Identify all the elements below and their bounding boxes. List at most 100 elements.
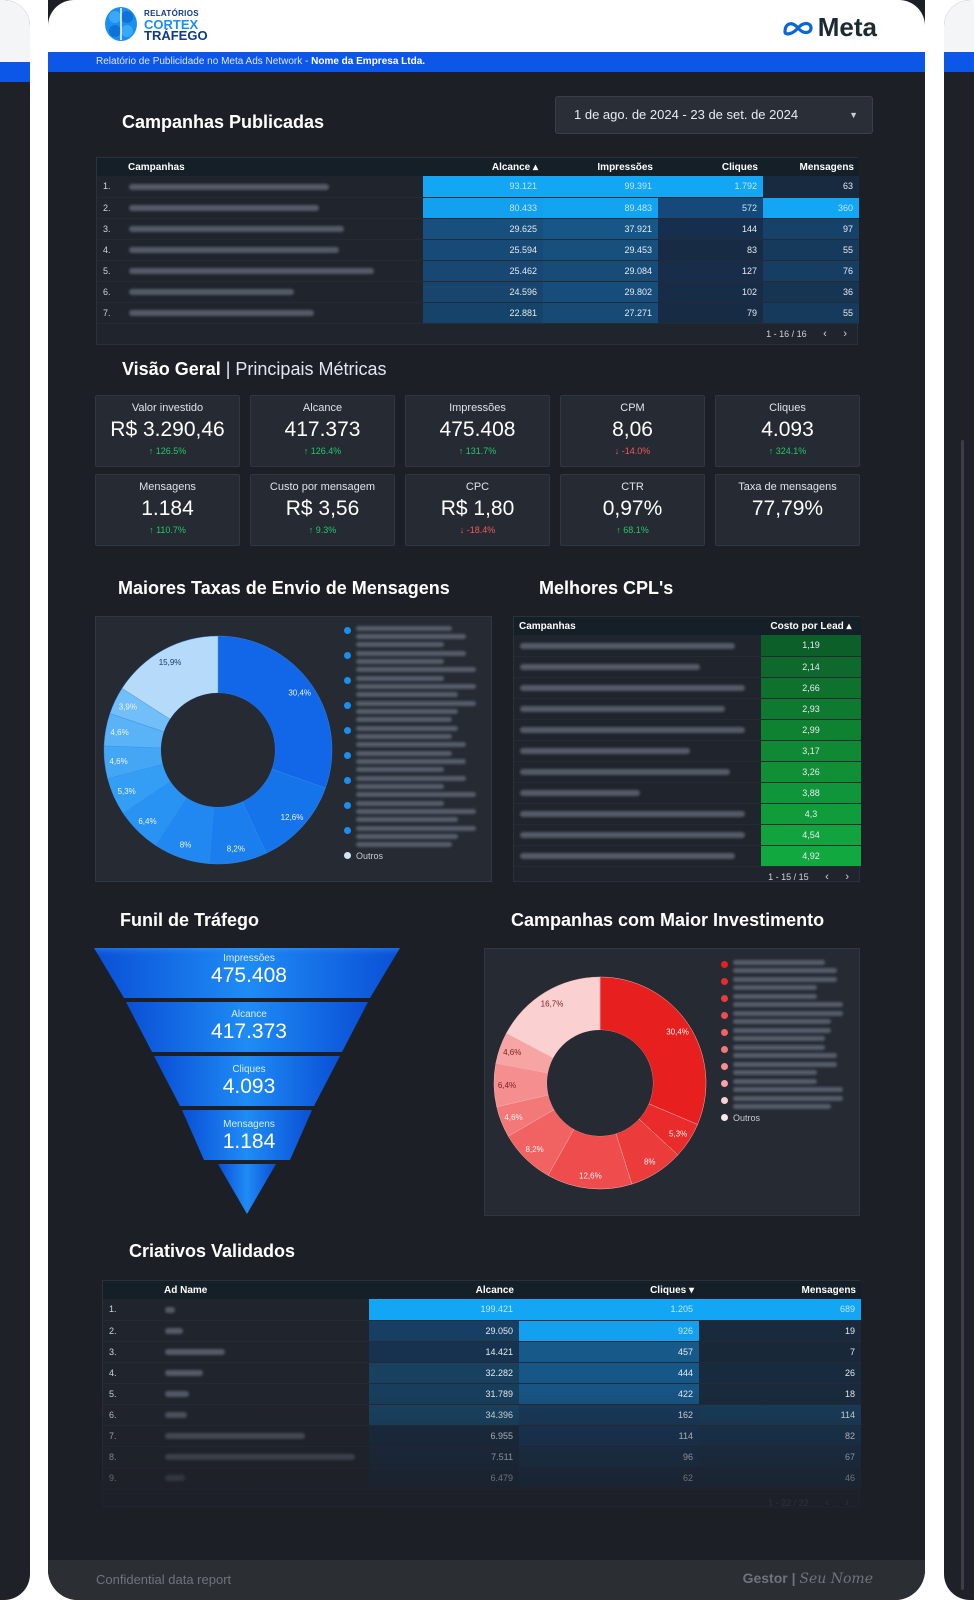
legend-item[interactable] bbox=[344, 725, 484, 747]
donut-hole bbox=[547, 1030, 653, 1136]
chevron-left-icon[interactable]: ‹ bbox=[825, 1497, 829, 1509]
table-row[interactable]: 6. 24.596 29.802 102 36 bbox=[97, 281, 859, 303]
legend-item[interactable] bbox=[344, 650, 484, 672]
table-row[interactable]: 3,17 bbox=[514, 740, 861, 762]
mensagens-cell: 360 bbox=[763, 197, 859, 219]
col-alcance[interactable]: Alcance bbox=[369, 1281, 519, 1299]
col-mensagens[interactable]: Mensagens bbox=[699, 1281, 861, 1299]
table-row[interactable]: 3,88 bbox=[514, 782, 861, 804]
legend-swatch bbox=[344, 627, 351, 634]
col-impressoes[interactable]: Impressões bbox=[543, 158, 658, 176]
legend-item[interactable] bbox=[721, 976, 855, 990]
col-ad-name[interactable]: Ad Name bbox=[159, 1281, 369, 1299]
funnel-label-1: Impressões 475.408 bbox=[194, 953, 304, 988]
previous-slide-peek[interactable] bbox=[0, 0, 30, 1600]
creatives-pager: 1 - 22 / 22 ‹ › bbox=[103, 1489, 859, 1509]
campaign-name bbox=[123, 197, 423, 219]
legend-item[interactable]: Outros bbox=[721, 1112, 855, 1123]
legend-item[interactable] bbox=[721, 1095, 855, 1109]
legend-item[interactable] bbox=[344, 775, 484, 797]
gestor-signature: Gestor | Seu Nome bbox=[742, 1570, 873, 1587]
col-cliques[interactable]: Cliques ▾ bbox=[519, 1281, 699, 1299]
kpi-value: R$ 3.290,46 bbox=[110, 418, 225, 441]
col-alcance[interactable]: Alcance ▴ bbox=[423, 158, 543, 176]
legend-item[interactable] bbox=[344, 800, 484, 822]
cliques-cell: 422 bbox=[519, 1383, 699, 1405]
legend-item[interactable] bbox=[721, 1010, 855, 1024]
cliques-cell: 162 bbox=[519, 1404, 699, 1426]
table-row[interactable]: 2. 29.050 926 19 bbox=[103, 1320, 861, 1342]
table-row[interactable]: 4,92 bbox=[514, 845, 861, 867]
chevron-right-icon[interactable]: › bbox=[843, 328, 847, 340]
table-row[interactable]: 5. 31.789 422 18 bbox=[103, 1383, 861, 1405]
cpl-table: Campanhas Costo por Lead ▴ 1,19 2,14 2,66 2… bbox=[513, 616, 861, 883]
table-row[interactable]: 7. 22.881 27.271 79 55 bbox=[97, 302, 859, 324]
table-row[interactable]: 3. 29.625 37.921 144 97 bbox=[97, 218, 859, 240]
kpi-change: ↑ 126.4% bbox=[303, 446, 342, 456]
table-row[interactable]: 4. 32.282 444 26 bbox=[103, 1362, 861, 1384]
table-row[interactable]: 4,54 bbox=[514, 824, 861, 846]
chevron-right-icon[interactable]: › bbox=[845, 1497, 849, 1509]
table-row[interactable]: 1,19 bbox=[514, 635, 861, 657]
date-range-picker[interactable]: 1 de ago. de 2024 - 23 de set. de 2024 ▼ bbox=[555, 96, 873, 134]
legend-swatch bbox=[344, 852, 351, 859]
legend-item[interactable] bbox=[721, 959, 855, 973]
chevron-left-icon[interactable]: ‹ bbox=[825, 871, 829, 883]
table-row[interactable]: 4. 25.594 29.453 83 55 bbox=[97, 239, 859, 261]
cpl-value: 3,26 bbox=[761, 761, 861, 783]
meta-logo: Meta bbox=[782, 12, 877, 43]
table-row[interactable]: 2,93 bbox=[514, 698, 861, 720]
table-row[interactable]: 6. 34.396 162 114 bbox=[103, 1404, 861, 1426]
table-row[interactable]: 7. 6.955 114 82 bbox=[103, 1425, 861, 1447]
next-slide-peek[interactable] bbox=[944, 0, 974, 1600]
legend-swatch bbox=[344, 752, 351, 759]
legend-item[interactable]: Outros bbox=[344, 850, 484, 861]
table-row[interactable]: 8. 7.511 96 67 bbox=[103, 1446, 861, 1468]
table-row[interactable]: 9. 6.479 62 46 bbox=[103, 1467, 861, 1489]
mensagens-cell: 76 bbox=[763, 260, 859, 282]
funnel-stage-value: 1.184 bbox=[222, 1130, 276, 1153]
table-row[interactable]: 3,26 bbox=[514, 761, 861, 783]
mensagens-cell: 82 bbox=[699, 1425, 861, 1447]
legend-item[interactable] bbox=[721, 993, 855, 1007]
table-row[interactable]: 2. 80.433 89.483 572 360 bbox=[97, 197, 859, 219]
table-row[interactable]: 2,14 bbox=[514, 656, 861, 678]
table-row[interactable]: 2,66 bbox=[514, 677, 861, 699]
funnel-stage-label: Mensagens bbox=[223, 1119, 275, 1130]
kpi-label: Taxa de mensagens bbox=[738, 481, 837, 493]
col-cliques[interactable]: Cliques bbox=[658, 158, 763, 176]
legend-item[interactable] bbox=[344, 750, 484, 772]
cliques-cell: 926 bbox=[519, 1320, 699, 1342]
legend-item[interactable] bbox=[344, 675, 484, 697]
legend-item[interactable] bbox=[721, 1061, 855, 1075]
legend-item[interactable] bbox=[721, 1078, 855, 1092]
legend-item[interactable] bbox=[344, 825, 484, 847]
mensagens-cell: 67 bbox=[699, 1446, 861, 1468]
table-row[interactable]: 3. 14.421 457 7 bbox=[103, 1341, 861, 1363]
col-campanhas[interactable]: Campanhas bbox=[123, 158, 423, 176]
kpi-card: CPM 8,06 ↓ -14.0% bbox=[560, 395, 705, 467]
legend-item[interactable] bbox=[721, 1027, 855, 1041]
row-index: 1. bbox=[103, 1299, 159, 1321]
table-row[interactable]: 5. 25.462 29.084 127 76 bbox=[97, 260, 859, 282]
table-row[interactable]: 2,99 bbox=[514, 719, 861, 741]
ad-name bbox=[159, 1425, 369, 1447]
col-mensagens[interactable]: Mensagens bbox=[763, 158, 859, 176]
legend-item[interactable] bbox=[721, 1044, 855, 1058]
row-index: 5. bbox=[97, 260, 123, 282]
chevron-right-icon[interactable]: › bbox=[845, 871, 849, 883]
legend-item[interactable] bbox=[344, 625, 484, 647]
subtitle-prefix: Relatório de Publicidade no Meta Ads Net… bbox=[96, 56, 312, 67]
chevron-left-icon[interactable]: ‹ bbox=[823, 328, 827, 340]
kpi-label: CTR bbox=[621, 481, 644, 493]
col-costo-por-lead[interactable]: Costo por Lead ▴ bbox=[761, 617, 861, 635]
mensagens-cell: 63 bbox=[763, 176, 859, 198]
table-row[interactable]: 1. 199.421 1.205 689 bbox=[103, 1299, 861, 1321]
cpl-value: 2,14 bbox=[761, 656, 861, 678]
legend-item[interactable] bbox=[344, 700, 484, 722]
col-cpl-campanhas[interactable]: Campanhas bbox=[514, 617, 761, 635]
table-row[interactable]: 4,3 bbox=[514, 803, 861, 825]
scrollbar[interactable] bbox=[961, 440, 964, 1590]
date-range-value: 1 de ago. de 2024 - 23 de set. de 2024 bbox=[574, 107, 799, 122]
table-row[interactable]: 1. 93.121 99.391 1.792 63 bbox=[97, 176, 859, 198]
